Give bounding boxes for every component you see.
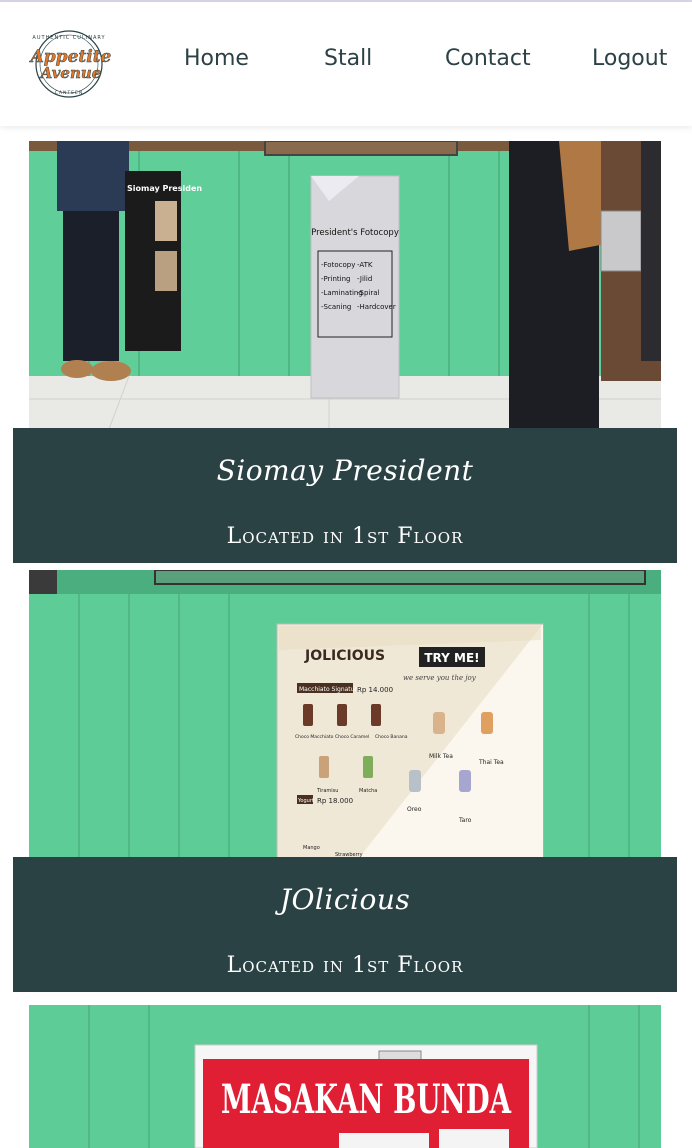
stall-card[interactable]: MASAKAN BUNDA [13,1005,677,1148]
stall-name[interactable]: JOlicious [13,883,677,916]
menu-item-right-3: Oreo [407,806,422,813]
menu-item-left-1: Choco Macchiato [295,734,334,740]
stall-location: Located in 1st Floor [226,524,464,549]
nav-stall-link[interactable]: Stall [324,46,372,76]
service-left-1: -Fotocopy [321,261,355,269]
yogurt-label: Yogurt [297,798,314,804]
nav-home-link[interactable]: Home [184,46,249,76]
service-right-1: -ATK [357,261,373,269]
service-right-2: -Jilid [357,275,372,283]
nav-contact-link[interactable]: Contact [445,46,531,76]
service-right-4: -Hardcover [357,303,396,311]
menu-item-right-1: Milk Tea [429,753,453,760]
menu-tagline: we serve you the joy [403,674,477,682]
poster-left-title: Siomay Presiden [127,184,202,193]
yogurt-price: Rp 18.000 [317,797,353,805]
banner-text: MASAKAN BUNDA [221,1076,512,1123]
stall-info-panel: JOlicious Located in 1st Floor [13,857,677,992]
nav-logout-link[interactable]: Logout [592,46,667,76]
menu-item-left-2: Choco Caramel [335,734,369,740]
poster-title: President's Fotocopy [311,228,399,238]
service-right-3: -Spiral [357,289,380,297]
stall-card[interactable]: Siomay Presiden President's Fotocopy -Fo… [13,141,677,563]
service-left-2: -Printing [321,275,350,283]
stall-name[interactable]: Siomay President [13,454,677,487]
menu-badge: TRY ME! [424,651,479,665]
stall-location: Located in 1st Floor [226,953,464,978]
menu-item-left-3: Choco Banana [375,734,408,740]
navbar: AUTHENTIC CULINARY Appetite Avenue CANTE… [0,2,692,126]
signature-label: Macchiato Signature [299,686,361,693]
menu-item-left-6: Mango [303,845,320,851]
stall-card[interactable]: JOLICIOUS TRY ME! we serve you the joy M… [13,570,677,992]
menu-item-right-2: Thai Tea [478,759,504,766]
stall-photo: MASAKAN BUNDA [29,1005,661,1148]
logo-line2: Avenue [39,64,102,82]
stall-info-panel: Siomay President Located in 1st Floor [13,428,677,563]
menu-item-right-4: Taro [458,817,472,824]
logo-top-text: AUTHENTIC CULINARY [32,35,105,41]
service-left-4: -Scaning [321,303,351,311]
menu-brand: JOLICIOUS [304,648,385,664]
brand-logo[interactable]: AUTHENTIC CULINARY Appetite Avenue CANTE… [24,28,118,100]
menu-item-left-5: Matcha [359,788,377,794]
stall-photo: JOLICIOUS TRY ME! we serve you the joy M… [29,570,661,858]
stall-photo: Siomay Presiden President's Fotocopy -Fo… [29,141,661,429]
logo-bottom-text: CANTEEN [55,90,83,96]
menu-item-left-4: Tiramisu [316,788,338,794]
signature-price: Rp 14.000 [357,686,393,694]
